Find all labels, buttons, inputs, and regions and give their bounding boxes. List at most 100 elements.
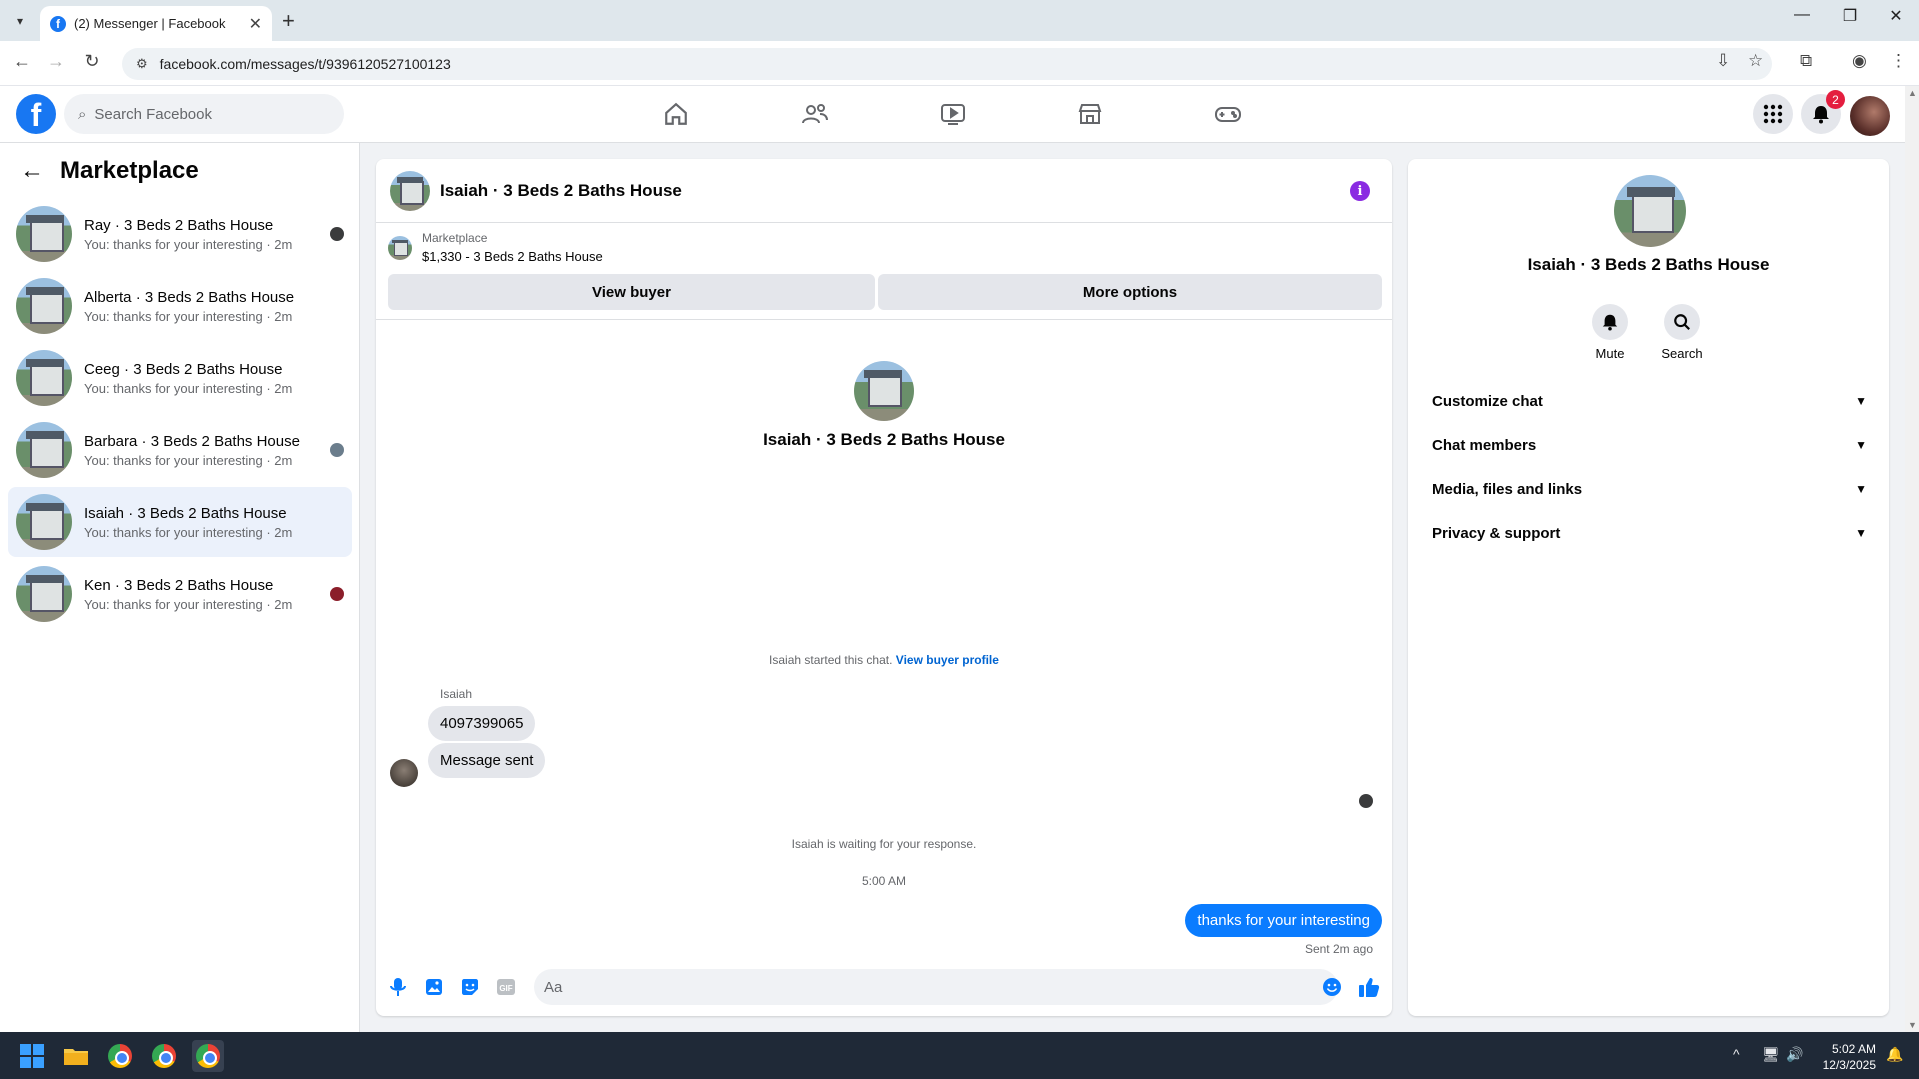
marketplace-sidebar: ← Marketplace Ray · 3 Beds 2 Baths House… bbox=[0, 143, 360, 1032]
watch-video-icon[interactable] bbox=[933, 96, 973, 132]
tab-search-dropdown-icon[interactable]: ▾ bbox=[8, 9, 32, 33]
chat-panel: Isaiah · 3 Beds 2 Baths House i Marketpl… bbox=[376, 159, 1392, 1016]
forward-icon[interactable]: → bbox=[44, 51, 68, 72]
sender-avatar[interactable] bbox=[390, 759, 418, 787]
back-arrow-icon[interactable]: ← bbox=[20, 157, 44, 185]
gaming-icon[interactable] bbox=[1208, 96, 1248, 132]
omnibox[interactable]: ⚙ facebook.com/messages/t/93961205271001… bbox=[122, 48, 1772, 80]
conversation-preview: You: thanks for your interesting · 2m bbox=[84, 236, 293, 252]
sticker-icon[interactable] bbox=[458, 975, 482, 999]
profile-icon[interactable]: ◉ bbox=[1852, 51, 1867, 71]
account-avatar[interactable] bbox=[1850, 96, 1890, 136]
conversation-item[interactable]: Alberta · 3 Beds 2 Baths House You: than… bbox=[8, 271, 352, 341]
chat-info-panel: Isaiah · 3 Beds 2 Baths House Mute Searc… bbox=[1408, 159, 1889, 1016]
clock-date: 12/3/2025 bbox=[1822, 1058, 1876, 1072]
message-input[interactable] bbox=[534, 969, 1338, 1005]
section-title: Chat members bbox=[1432, 436, 1537, 454]
chrome-active-icon[interactable] bbox=[192, 1040, 224, 1072]
more-options-button[interactable]: More options bbox=[878, 274, 1382, 310]
reload-icon[interactable]: ↻ bbox=[80, 51, 104, 72]
minimize-icon[interactable]: — bbox=[1782, 6, 1822, 24]
chat-members-section[interactable]: Chat members ▼ bbox=[1416, 423, 1881, 467]
chat-avatar[interactable] bbox=[390, 170, 430, 211]
url-text[interactable]: facebook.com/messages/t/9396120527100123 bbox=[160, 56, 451, 72]
system-clock[interactable]: 5:02 AM 12/3/2025 bbox=[1812, 1041, 1876, 1073]
microphone-icon[interactable] bbox=[386, 975, 410, 999]
conversation-avatar bbox=[16, 350, 72, 406]
search-action[interactable]: Search bbox=[1647, 304, 1717, 361]
chrome-profile-2-icon[interactable] bbox=[148, 1040, 180, 1072]
facebook-search-input[interactable] bbox=[94, 105, 295, 123]
gif-icon[interactable]: GIF bbox=[494, 975, 518, 999]
scroll-down-arrow-icon[interactable]: ▼ bbox=[1908, 1020, 1917, 1030]
site-settings-icon[interactable]: ⚙ bbox=[136, 56, 148, 72]
conversation-name: Ken · 3 Beds 2 Baths House bbox=[84, 576, 274, 594]
emoji-icon[interactable] bbox=[1320, 975, 1344, 999]
file-explorer-icon[interactable] bbox=[60, 1040, 92, 1072]
extensions-icon[interactable]: ⧉ bbox=[1800, 51, 1812, 71]
conversation-item[interactable]: Ken · 3 Beds 2 Baths House You: thanks f… bbox=[8, 559, 352, 629]
message-timestamp: 5:00 AM bbox=[861, 874, 907, 888]
conversation-preview: You: thanks for your interesting · 2m bbox=[84, 308, 293, 324]
sender-name: Isaiah bbox=[440, 687, 473, 701]
facebook-header: f ⌕ bbox=[0, 86, 1919, 143]
back-icon[interactable]: ← bbox=[10, 51, 34, 72]
notification-center-icon[interactable]: 🔔 bbox=[1886, 1046, 1903, 1063]
message-composer: GIF bbox=[376, 963, 1392, 1013]
search-icon[interactable] bbox=[1664, 304, 1700, 340]
conversation-name: Isaiah · 3 Beds 2 Baths House bbox=[84, 504, 287, 522]
conversation-item-active[interactable]: Isaiah · 3 Beds 2 Baths House You: thank… bbox=[8, 487, 352, 557]
listing-price-title[interactable]: $1,330 - 3 Beds 2 Baths House bbox=[422, 249, 603, 264]
new-tab-button[interactable]: + bbox=[282, 8, 295, 34]
chevron-down-icon: ▼ bbox=[1855, 526, 1867, 540]
marketplace-label: Marketplace bbox=[422, 231, 488, 245]
volume-icon[interactable]: 🔊 bbox=[1786, 1046, 1803, 1063]
info-avatar bbox=[1614, 175, 1686, 247]
seen-indicator-avatar bbox=[330, 443, 344, 457]
mute-label: Mute bbox=[1595, 346, 1625, 361]
browser-tab[interactable]: f (2) Messenger | Facebook ✕ bbox=[40, 6, 272, 41]
restore-icon[interactable]: ❐ bbox=[1830, 6, 1870, 26]
listing-summary: Marketplace $1,330 - 3 Beds 2 Baths Hous… bbox=[388, 231, 603, 264]
facebook-logo-icon[interactable]: f bbox=[16, 94, 56, 134]
windows-taskbar: ^ 🖥 🔊 5:02 AM 12/3/2025 🔔 bbox=[0, 1032, 1919, 1079]
page-scrollbar[interactable]: ▲ ▼ bbox=[1905, 86, 1919, 1032]
view-buyer-button[interactable]: View buyer bbox=[388, 274, 875, 310]
close-window-icon[interactable]: ✕ bbox=[1876, 6, 1916, 26]
scroll-up-arrow-icon[interactable]: ▲ bbox=[1908, 88, 1917, 98]
show-hidden-icons-icon[interactable]: ^ bbox=[1733, 1046, 1740, 1062]
chat-title[interactable]: Isaiah · 3 Beds 2 Baths House bbox=[440, 181, 682, 201]
thumbs-up-icon[interactable] bbox=[1357, 975, 1381, 999]
close-tab-icon[interactable]: ✕ bbox=[249, 14, 262, 34]
bookmark-star-icon[interactable]: ☆ bbox=[1748, 51, 1763, 71]
friends-icon[interactable] bbox=[795, 96, 835, 132]
conversation-preview: You: thanks for your interesting · 2m bbox=[84, 524, 293, 540]
waiting-note: Isaiah is waiting for your response. bbox=[791, 837, 977, 851]
network-icon[interactable]: 🖥 bbox=[1762, 1046, 1780, 1063]
conversation-preview: You: thanks for your interesting · 2m bbox=[84, 452, 293, 468]
privacy-support-section[interactable]: Privacy & support ▼ bbox=[1416, 511, 1881, 555]
install-app-icon[interactable]: ⇩ bbox=[1716, 51, 1730, 71]
mute-action[interactable]: Mute bbox=[1575, 304, 1645, 361]
conversation-preview: You: thanks for your interesting · 2m bbox=[84, 596, 293, 612]
chrome-profile-1-icon[interactable] bbox=[104, 1040, 136, 1072]
view-buyer-profile-link[interactable]: View buyer profile bbox=[896, 653, 999, 667]
menu-grid-icon[interactable] bbox=[1753, 94, 1793, 134]
browser-menu-icon[interactable]: ⋮ bbox=[1890, 51, 1907, 71]
windows-start-icon[interactable] bbox=[16, 1040, 48, 1072]
bell-icon[interactable] bbox=[1592, 304, 1628, 340]
facebook-search[interactable]: ⌕ bbox=[64, 94, 344, 134]
conversation-item[interactable]: Ceeg · 3 Beds 2 Baths House You: thanks … bbox=[8, 343, 352, 413]
marketplace-icon[interactable] bbox=[1070, 96, 1110, 132]
info-icon[interactable]: i bbox=[1350, 181, 1370, 201]
media-files-links-section[interactable]: Media, files and links ▼ bbox=[1416, 467, 1881, 511]
conversation-item[interactable]: Ray · 3 Beds 2 Baths House You: thanks f… bbox=[8, 199, 352, 269]
outgoing-message[interactable]: thanks for your interesting bbox=[1185, 904, 1382, 937]
customize-chat-section[interactable]: Customize chat ▼ bbox=[1416, 379, 1881, 423]
chevron-down-icon: ▼ bbox=[1855, 482, 1867, 496]
incoming-message[interactable]: 4097399065 bbox=[428, 706, 536, 741]
conversation-item[interactable]: Barbara · 3 Beds 2 Baths House You: than… bbox=[8, 415, 352, 485]
incoming-message[interactable]: Message sent bbox=[428, 743, 546, 778]
home-icon[interactable] bbox=[656, 96, 696, 132]
photo-icon[interactable] bbox=[422, 975, 446, 999]
